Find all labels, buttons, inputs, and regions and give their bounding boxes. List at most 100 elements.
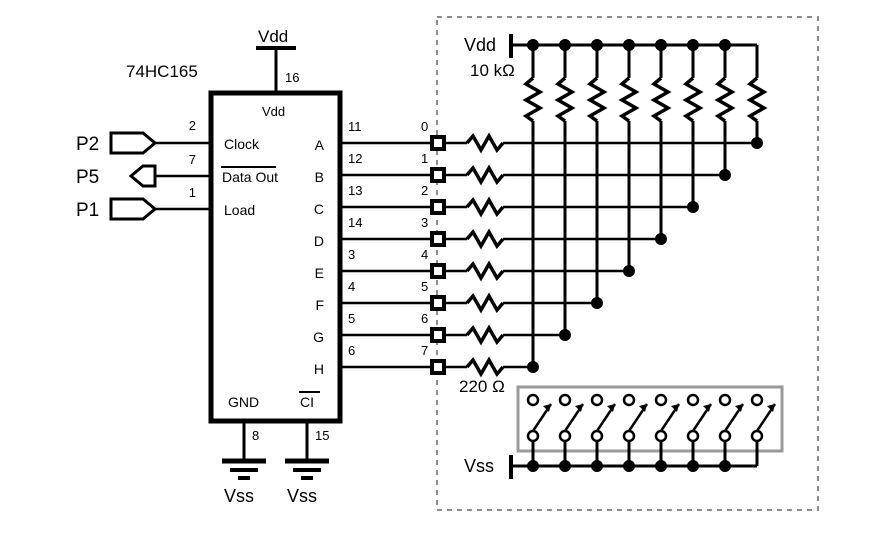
chip-part-number: 74HC165 [126, 62, 198, 81]
bit-number-0: 0 [421, 119, 428, 134]
junction-dot-bit-3 [655, 233, 667, 245]
pullup-resistor-8 [746, 76, 768, 123]
bit-number-5: 5 [421, 279, 428, 294]
junction-dot-bit-7 [527, 361, 539, 373]
pushbutton-switch-5[interactable] [654, 393, 681, 472]
chip-pin-label-a: A [315, 137, 325, 153]
switch-terminal-bottom-8 [750, 429, 764, 443]
switch-terminal-bottom-1 [526, 429, 540, 443]
module-vdd-label: Vdd [464, 35, 496, 55]
chip-pin-number-6: 6 [348, 343, 355, 358]
signal-row-bit-0: A 11 0 [315, 119, 763, 154]
pushbutton-switch-2[interactable] [558, 393, 585, 472]
pushbutton-switch-4[interactable] [622, 393, 649, 472]
connector-label-p1: P1 [76, 200, 99, 221]
switch-terminal-bottom-5 [654, 429, 668, 443]
module-vss-label: Vss [464, 456, 494, 476]
chip-pin-label-d: D [314, 233, 324, 249]
module-terminal-6[interactable] [430, 327, 446, 343]
connector-p5-arrow[interactable] [128, 164, 157, 188]
connector-label-p2: P2 [76, 134, 99, 155]
series-resistor-4 [465, 260, 505, 282]
pullup-resistor-4 [618, 76, 640, 123]
chip-pin-label-g: G [313, 329, 324, 345]
module-terminal-3[interactable] [430, 231, 446, 247]
series-resistor-6 [465, 324, 505, 346]
signal-row-bit-4: E 3 4 [315, 247, 635, 282]
chip-pin-number-14: 14 [348, 215, 362, 230]
junction-dot-bit-2 [687, 201, 699, 213]
module-terminal-2[interactable] [430, 199, 446, 215]
signal-row-bit-5: F 4 5 [315, 279, 603, 314]
bit-number-7: 7 [421, 343, 428, 358]
module-terminal-4[interactable] [430, 263, 446, 279]
chip-pin-number-7: 7 [189, 152, 196, 167]
ground-label-vss-ci: Vss [287, 486, 317, 506]
chip-pin-label-clock: Clock [224, 136, 260, 152]
pullup-resistor-bank [522, 39, 768, 367]
chip-pin-number-3: 3 [348, 247, 355, 262]
chip-pin-number-11: 11 [348, 119, 362, 134]
switch-terminal-bottom-2 [558, 429, 572, 443]
module-terminal-7[interactable] [430, 359, 446, 375]
switch-terminal-bottom-6 [686, 429, 700, 443]
module-terminal-5[interactable] [430, 295, 446, 311]
pushbutton-switch-3[interactable] [590, 393, 617, 472]
chip-pin-number-1: 1 [189, 185, 196, 200]
pullup-resistor-value-label: 10 kΩ [470, 61, 515, 80]
bit-number-6: 6 [421, 311, 428, 326]
pullup-resistor-1 [522, 76, 544, 123]
signal-row-bit-3: D 14 3 [314, 215, 667, 250]
chip-pin-label-data-out: Data Out [222, 169, 278, 185]
schematic-svg: 74HC165 Vdd 16 Vdd P2 2 Clock P5 7 Data … [76, 16, 819, 511]
switch-terminal-top-2 [558, 393, 572, 407]
series-resistor-7 [465, 356, 505, 378]
chip-pin-number-4: 4 [348, 279, 355, 294]
pullup-resistor-2 [554, 76, 576, 123]
series-resistor-5 [465, 292, 505, 314]
module-terminal-0[interactable] [430, 135, 446, 151]
bit-number-4: 4 [421, 247, 428, 262]
chip-pin-label-load: Load [224, 202, 255, 218]
bit-number-1: 1 [421, 151, 428, 166]
switch-terminal-bottom-4 [622, 429, 636, 443]
signal-row-bit-2: C 13 2 [314, 183, 699, 218]
switch-terminal-top-8 [750, 393, 764, 407]
series-resistor-2 [465, 196, 505, 218]
connector-p1-arrow[interactable] [109, 197, 158, 221]
chip-pin-label-b: B [315, 169, 324, 185]
pushbutton-switch-8[interactable] [750, 393, 777, 466]
chip-pin-label-h: H [314, 361, 324, 377]
pullup-resistor-3 [586, 76, 608, 123]
switch-terminal-top-1 [526, 393, 540, 407]
ground-label-vss-gnd: Vss [224, 486, 254, 506]
chip-pin-number-12: 12 [348, 151, 362, 166]
junction-dot-bit-1 [719, 169, 731, 181]
junction-dot-bit-5 [591, 297, 603, 309]
signal-row-bit-7: H 6 7 [314, 343, 539, 378]
pushbutton-switch-7[interactable] [718, 393, 745, 472]
chip-pin-number-2: 2 [189, 118, 196, 133]
connector-p2-arrow[interactable] [109, 131, 158, 155]
junction-dot-bit-4 [623, 265, 635, 277]
pullup-resistor-7 [714, 76, 736, 123]
pushbutton-switch-1[interactable] [526, 393, 553, 472]
chip-inner-vdd-label: Vdd [262, 104, 285, 119]
switch-array-enclosure [516, 385, 784, 453]
switch-terminal-top-3 [590, 393, 604, 407]
switch-terminal-top-5 [654, 393, 668, 407]
bit-number-2: 2 [421, 183, 428, 198]
signal-row-bit-1: B 12 1 [315, 151, 731, 186]
chip-pin-number-13: 13 [348, 183, 362, 198]
module-terminal-1[interactable] [430, 167, 446, 183]
chip-pin-number-15: 15 [315, 428, 329, 443]
switch-terminal-top-4 [622, 393, 636, 407]
series-resistor-1 [465, 164, 505, 186]
pushbutton-switch-6[interactable] [686, 393, 713, 472]
series-resistor-3 [465, 228, 505, 250]
chip-pin-number-8: 8 [252, 428, 259, 443]
chip-pin-label-e: E [315, 265, 324, 281]
chip-pin-number-16: 16 [285, 70, 299, 85]
pullup-resistor-6 [682, 76, 704, 123]
chip-pin-label-f: F [315, 297, 324, 313]
